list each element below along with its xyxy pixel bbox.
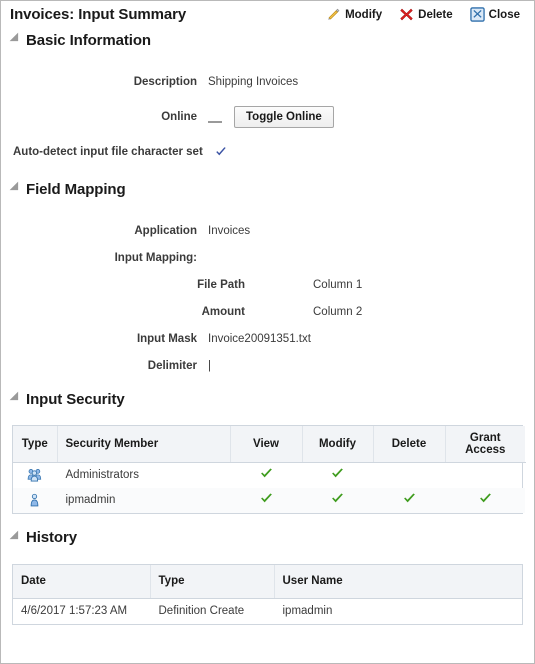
page-header: Invoices: Input Summary Modify Delete Cl…: [1, 1, 534, 28]
collapse-triangle-icon[interactable]: [9, 32, 23, 46]
input-mask-value: Invoice20091351.txt: [208, 332, 311, 345]
col-header-grant-access[interactable]: Grant Access: [445, 426, 525, 463]
delimiter-value: |: [208, 359, 211, 372]
section-header-field-mapping[interactable]: Field Mapping: [1, 177, 534, 201]
collapse-triangle-icon[interactable]: [9, 391, 23, 405]
delimiter-label: Delimiter: [147, 359, 197, 372]
cell-type: [13, 487, 57, 513]
section-title-history: History: [26, 529, 77, 546]
cell-delete: [373, 463, 445, 488]
cell-view: [230, 463, 302, 488]
page-toolbar: Modify Delete Close: [326, 7, 526, 22]
col-header-user-name[interactable]: User Name: [274, 564, 522, 599]
green-check-icon: [479, 493, 491, 503]
blue-check-icon: [216, 146, 226, 155]
row-description: Description Shipping Invoices: [1, 68, 534, 95]
table-row[interactable]: 4/6/2017 1:57:23 AM Definition Create ip…: [13, 599, 522, 624]
online-label: Online: [161, 110, 197, 123]
col-header-security-member[interactable]: Security Member: [57, 426, 231, 463]
col-header-view[interactable]: View: [230, 426, 303, 463]
section-title-basic-information: Basic Information: [26, 31, 151, 49]
application-value: Invoices: [208, 224, 251, 237]
application-label: Application: [134, 224, 197, 237]
cell-grant-access: [445, 463, 525, 488]
green-check-icon: [332, 493, 343, 503]
row-mapping-file-path: File Path Column 1: [1, 271, 534, 298]
autodetect-label: Auto-detect input file character set: [13, 145, 203, 158]
cell-security-member: Administrators: [65, 469, 140, 482]
col-header-delete[interactable]: Delete: [373, 426, 446, 463]
cell-grant-access: [445, 487, 525, 513]
online-status-indicator: [208, 120, 222, 123]
input-mapping-label: Input Mapping:: [114, 251, 197, 264]
row-autodetect: Auto-detect input file character set: [1, 138, 534, 165]
description-label: Description: [133, 75, 197, 88]
field-mapping-form: Application Invoices Input Mapping: File…: [1, 213, 534, 379]
history-table: Date Type User Name 4/6/2017 1:57:23 AM …: [13, 564, 522, 624]
mapping-field-label: File Path: [197, 278, 245, 291]
red-x-icon: [400, 8, 413, 21]
green-check-icon: [260, 493, 272, 503]
col-header-date[interactable]: Date: [13, 564, 151, 599]
section-title-input-security: Input Security: [26, 390, 125, 408]
modify-button[interactable]: Modify: [326, 7, 382, 22]
section-title-field-mapping: Field Mapping: [26, 180, 126, 198]
cell-view: [230, 487, 302, 513]
section-header-history[interactable]: History: [1, 526, 534, 550]
col-header-modify[interactable]: Modify: [302, 426, 374, 463]
input-mask-label: Input Mask: [136, 332, 197, 345]
row-input-mapping: Input Mapping:: [1, 244, 534, 271]
cell-type: [13, 463, 57, 488]
history-table-wrap: Date Type User Name 4/6/2017 1:57:23 AM …: [12, 563, 523, 625]
input-security-table-wrap: Type Security Member View Modify Delete …: [12, 425, 526, 514]
modify-label: Modify: [345, 8, 383, 21]
cell-security-member: ipmadmin: [57, 487, 230, 513]
row-online: Online Toggle Online: [1, 103, 534, 130]
table-row[interactable]: ipmadmin: [13, 487, 525, 513]
cell-user-name: ipmadmin: [282, 605, 333, 618]
col-header-type[interactable]: Type: [13, 426, 58, 463]
toggle-online-button[interactable]: Toggle Online: [234, 105, 334, 128]
row-input-mask: Input Mask Invoice20091351.txt: [1, 325, 534, 352]
table-row[interactable]: Administrators: [13, 463, 525, 488]
green-check-icon: [332, 468, 343, 478]
input-summary-page: Invoices: Input Summary Modify Delete Cl…: [0, 0, 535, 664]
green-check-icon: [403, 493, 415, 503]
row-mapping-amount: Amount Column 2: [1, 298, 534, 325]
collapse-triangle-icon[interactable]: [9, 181, 23, 195]
green-check-icon: [260, 468, 272, 478]
table-header-row: Date Type User Name: [13, 564, 522, 599]
cell-date: 4/6/2017 1:57:23 AM: [21, 605, 128, 618]
section-header-basic-information[interactable]: Basic Information: [1, 28, 534, 52]
cell-type: Definition Create: [158, 605, 245, 618]
col-header-type[interactable]: Type: [150, 564, 275, 599]
cell-delete: [373, 487, 445, 513]
collapse-triangle-icon[interactable]: [9, 530, 23, 543]
user-icon: [30, 493, 39, 507]
cell-modify: [302, 487, 373, 513]
basic-information-form: Description Shipping Invoices Online Tog…: [1, 64, 534, 165]
close-button[interactable]: Close: [469, 7, 520, 22]
description-value: Shipping Invoices: [208, 75, 299, 88]
row-application: Application Invoices: [1, 217, 534, 244]
group-icon: [27, 469, 42, 482]
section-header-input-security[interactable]: Input Security: [1, 387, 534, 411]
input-security-table: Type Security Member View Modify Delete …: [13, 426, 526, 513]
mapping-field-label: Amount: [201, 305, 245, 318]
cell-modify: [302, 463, 373, 488]
table-header-row: Type Security Member View Modify Delete …: [13, 426, 525, 463]
mapping-column-value: Column 1: [313, 278, 363, 291]
row-delimiter: Delimiter |: [1, 352, 534, 379]
page-title: Invoices: Input Summary: [10, 6, 187, 23]
mapping-column-value: Column 2: [313, 305, 363, 318]
pencil-icon: [328, 8, 340, 20]
delete-button[interactable]: Delete: [399, 7, 453, 22]
close-box-icon: [469, 7, 485, 22]
close-label: Close: [488, 8, 520, 21]
delete-label: Delete: [418, 8, 453, 21]
